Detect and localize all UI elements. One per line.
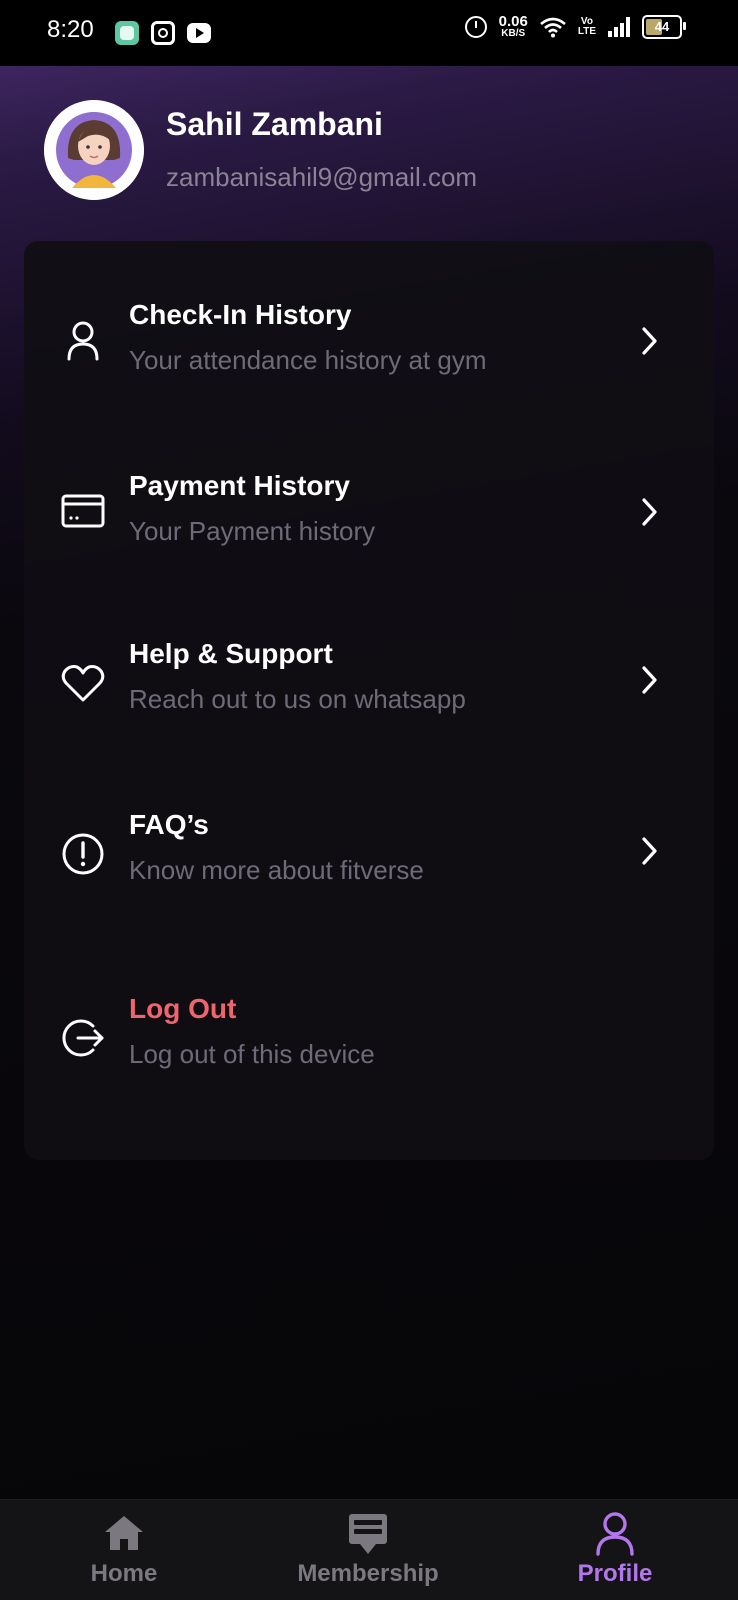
menu-item-title: Help & Support (129, 638, 333, 669)
chevron-right-icon (636, 323, 662, 359)
menu-item-subtitle: Your Payment history (129, 516, 376, 546)
nav-label: Membership (297, 1560, 439, 1587)
profile-header: Sahil Zambani zambanisahil9@gmail.com (44, 100, 704, 210)
network-speed: 0.06 KB/S (499, 14, 528, 39)
network-speed-value: 0.06 (498, 13, 528, 30)
network-speed-unit: KB/S (501, 28, 526, 39)
menu-item-title: Check-In History (129, 299, 352, 330)
menu-item-check-in-history[interactable]: Check-In History Your attendance history… (24, 281, 714, 401)
chevron-right-icon (636, 662, 662, 698)
menu-item-payment-history[interactable]: Payment History Your Payment history (24, 452, 714, 572)
membership-icon (345, 1510, 391, 1556)
menu-item-subtitle: Know more about fitverse (129, 855, 424, 885)
user-icon (60, 317, 106, 363)
instagram-icon (151, 21, 175, 45)
battery-icon: 44 (642, 14, 686, 39)
alarm-icon (464, 15, 487, 38)
nav-home[interactable]: Home (24, 1500, 224, 1600)
avatar[interactable] (44, 100, 144, 200)
user-email: zambanisahil9@gmail.com (166, 162, 478, 192)
menu-item-subtitle: Reach out to us on whatsapp (129, 684, 466, 714)
logout-icon (60, 1015, 106, 1061)
profile-screen: 8:20 0.06 KB/S Vo LTE 44 Sahil Zambani z… (0, 0, 738, 1600)
info-icon (60, 831, 106, 877)
nav-profile[interactable]: Profile (515, 1500, 715, 1600)
status-time: 8:20 (47, 16, 94, 43)
heart-icon (60, 660, 106, 706)
battery-level: 44 (654, 19, 670, 34)
nav-membership[interactable]: Membership (268, 1500, 468, 1600)
menu-item-title: Log Out (129, 993, 237, 1024)
chevron-right-icon (636, 494, 662, 530)
menu-item-help-support[interactable]: Help & Support Reach out to us on whatsa… (24, 624, 714, 744)
nav-label: Profile (577, 1560, 653, 1587)
wifi-icon (540, 16, 566, 38)
volte-indicator: Vo LTE (577, 16, 596, 37)
card-icon (60, 488, 106, 534)
menu-item-faqs[interactable]: FAQ’s Know more about fitverse (24, 795, 714, 915)
profile-icon (592, 1510, 638, 1556)
menu-item-subtitle: Log out of this device (129, 1039, 375, 1069)
menu-item-subtitle: Your attendance history at gym (129, 345, 487, 375)
menu-item-title: Payment History (129, 470, 350, 501)
app-notification-icon (115, 21, 139, 45)
bottom-nav: Home Membership Profile (0, 1499, 738, 1600)
menu-item-title: FAQ’s (129, 809, 209, 840)
status-indicators: 0.06 KB/S Vo LTE 44 (464, 14, 686, 39)
menu-item-logout[interactable]: Log Out Log out of this device (24, 989, 714, 1109)
signal-icon (608, 16, 630, 37)
user-name: Sahil Zambani (166, 106, 383, 142)
profile-menu: Check-In History Your attendance history… (24, 241, 714, 1160)
volte-bottom: LTE (577, 25, 596, 37)
youtube-icon (187, 23, 211, 43)
nav-label: Home (90, 1560, 158, 1587)
home-icon (101, 1510, 147, 1556)
status-bar: 8:20 0.06 KB/S Vo LTE 44 (0, 0, 738, 66)
chevron-right-icon (636, 833, 662, 869)
